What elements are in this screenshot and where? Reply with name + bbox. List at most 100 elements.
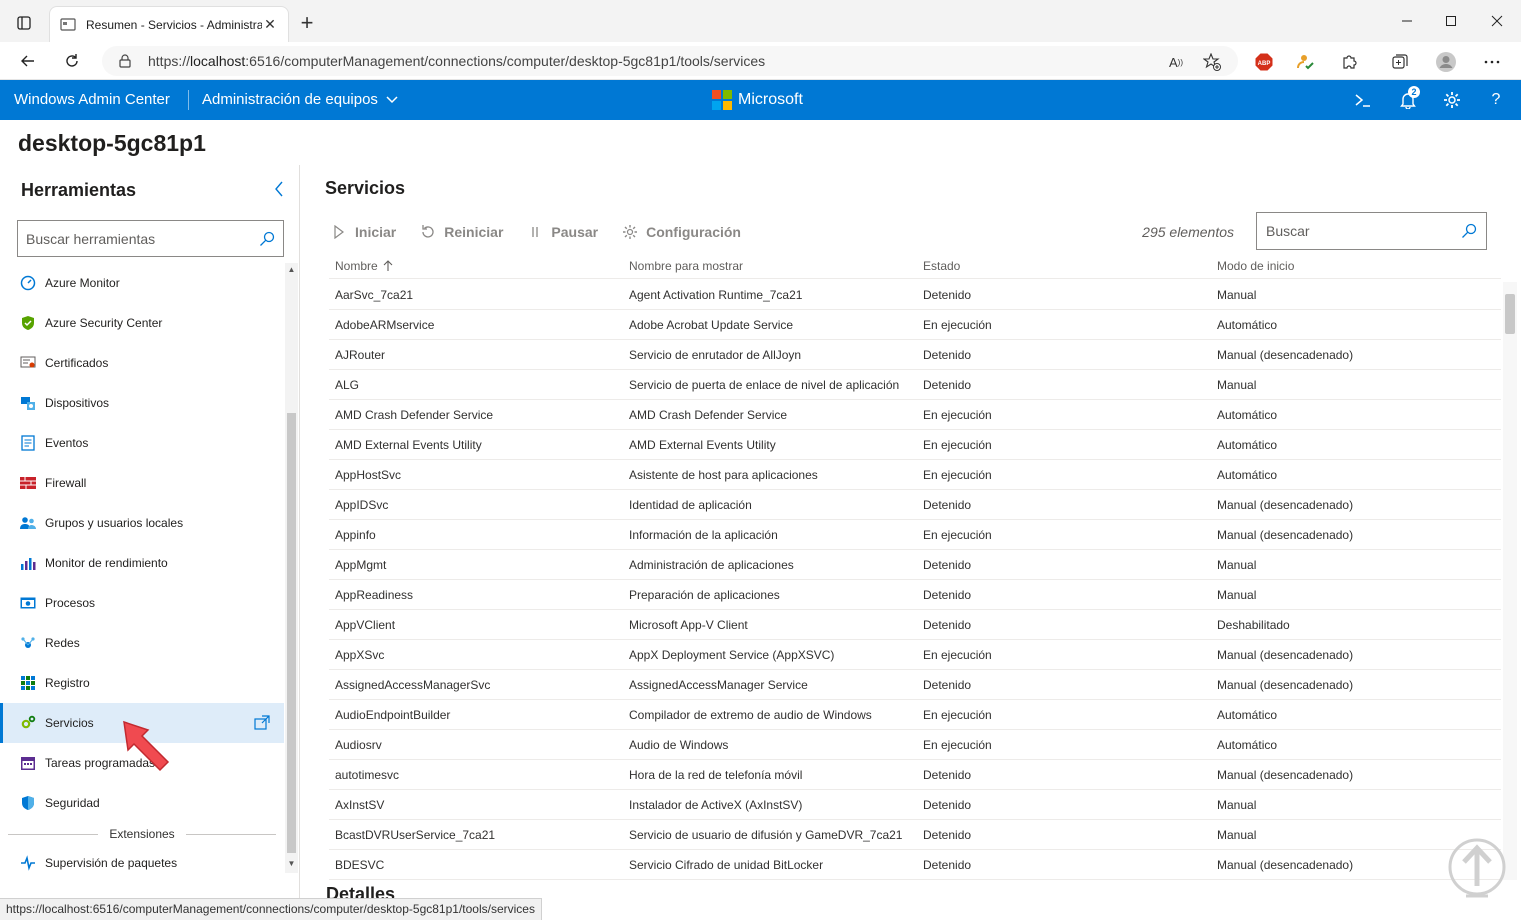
table-row[interactable]: AdobeARMservice Adobe Acrobat Update Serv…: [329, 310, 1501, 340]
maximize-icon[interactable]: [1436, 8, 1466, 34]
open-in-new-window-icon[interactable]: [254, 715, 270, 731]
wac-brand-link[interactable]: Windows Admin Center: [14, 91, 170, 108]
start-button[interactable]: Iniciar: [325, 224, 396, 240]
sidebar-item-procesos[interactable]: Procesos: [0, 583, 284, 623]
cell-status: Detenido: [923, 557, 972, 572]
lock-icon[interactable]: [118, 54, 132, 68]
cell-status: En ejecución: [923, 407, 992, 422]
sidebar-item-azure-security-center[interactable]: Azure Security Center: [0, 303, 284, 343]
restart-button[interactable]: Reiniciar: [420, 224, 503, 240]
table-row[interactable]: AssignedAccessManagerSvc AssignedAccessMa…: [329, 670, 1501, 700]
table-row[interactable]: ALG Servicio de puerta de enlace de nivel…: [329, 370, 1501, 400]
cell-status: Detenido: [923, 347, 972, 362]
search-icon[interactable]: [259, 231, 275, 247]
scroll-up-arrow-icon[interactable]: ▲: [287, 265, 296, 275]
sidebar-item-grupos-usuarios[interactable]: Grupos y usuarios locales: [0, 503, 284, 543]
browser-tab-active[interactable]: Resumen - Servicios - Administra ✕: [49, 6, 289, 42]
cell-status: En ejecución: [923, 647, 992, 662]
refresh-icon[interactable]: [58, 48, 86, 74]
sidebar-item-label: Monitor de rendimiento: [45, 556, 168, 570]
table-row[interactable]: BDESVC Servicio Cifrado de unidad BitLock…: [329, 850, 1501, 880]
collections-icon[interactable]: [1388, 50, 1412, 74]
table-row[interactable]: AMD External Events Utility AMD External …: [329, 430, 1501, 460]
sidebar-item-dispositivos[interactable]: Dispositivos: [0, 383, 284, 423]
table-row[interactable]: AudioEndpointBuilder Compilador de extrem…: [329, 700, 1501, 730]
column-header-name[interactable]: Nombre: [329, 259, 623, 273]
settings-gear-icon[interactable]: [1439, 88, 1465, 112]
table-row[interactable]: AxInstSV Instalador de ActiveX (AxInstSV)…: [329, 790, 1501, 820]
services-scrollbar[interactable]: [1503, 282, 1517, 880]
table-row[interactable]: AMD Crash Defender Service AMD Crash Defe…: [329, 400, 1501, 430]
cell-display-name: AppX Deployment Service (AppXSVC): [629, 647, 835, 662]
sidebar-item-azure-monitor[interactable]: Azure Monitor: [0, 263, 284, 303]
table-row[interactable]: AppVClient Microsoft App-V Client Detenido…: [329, 610, 1501, 640]
tab-close-icon[interactable]: ✕: [262, 16, 278, 33]
services-scroll-thumb[interactable]: [1505, 294, 1515, 334]
table-row[interactable]: AJRouter Servicio de enrutador de AllJoyn…: [329, 340, 1501, 370]
close-window-icon[interactable]: [1482, 8, 1512, 34]
tab-actions-icon[interactable]: [10, 10, 38, 36]
table-row[interactable]: AarSvc_7ca21 Agent Activation Runtime_7ca…: [329, 280, 1501, 310]
sidebar-scrollbar[interactable]: ▲ ▼: [285, 263, 298, 873]
help-icon[interactable]: ?: [1483, 88, 1509, 112]
tools-search-field[interactable]: [17, 220, 284, 257]
settings-button[interactable]: Configuración: [622, 224, 741, 240]
sidebar-item-monitor-rendimiento[interactable]: Monitor de rendimiento: [0, 543, 284, 583]
sidebar-item-eventos[interactable]: Eventos: [0, 423, 284, 463]
back-icon[interactable]: [14, 48, 42, 74]
table-row[interactable]: Audiosrv Audio de Windows En ejecución Auto…: [329, 730, 1501, 760]
registry-icon: [20, 675, 36, 691]
microsoft-squares-icon: [712, 90, 732, 110]
services-search-field[interactable]: [1256, 212, 1487, 250]
cell-startup-type: Automático: [1217, 437, 1278, 452]
cell-status: En ejecución: [923, 737, 992, 752]
azure-monitor-icon: [20, 275, 36, 291]
browser-menu-icon[interactable]: [1480, 50, 1504, 74]
cell-status: Detenido: [923, 857, 972, 872]
sidebar-item-seguridad[interactable]: Seguridad: [0, 783, 284, 823]
sidebar-item-registro[interactable]: Registro: [0, 663, 284, 703]
tools-search-input[interactable]: [26, 230, 259, 247]
powershell-icon[interactable]: [1350, 88, 1376, 112]
read-aloud-icon[interactable]: A)): [1166, 52, 1186, 72]
new-tab-icon[interactable]: +: [296, 10, 318, 35]
table-row[interactable]: AppReadiness Preparación de aplicaciones D…: [329, 580, 1501, 610]
search-icon[interactable]: [1461, 223, 1477, 239]
sidebar-item-certificados[interactable]: Certificados: [0, 343, 284, 383]
sidebar-item-label: Azure Security Center: [45, 316, 163, 330]
table-row[interactable]: AppHostSvc Asistente de host para aplicac…: [329, 460, 1501, 490]
table-row[interactable]: AppXSvc AppX Deployment Service (AppXSVC)…: [329, 640, 1501, 670]
extension-user-check-icon[interactable]: [1294, 50, 1318, 74]
table-row[interactable]: Appinfo Información de la aplicación En ej…: [329, 520, 1501, 550]
column-header-status[interactable]: Estado: [917, 259, 1211, 273]
pause-button[interactable]: Pausar: [527, 224, 598, 240]
table-row[interactable]: BcastDVRUserService_7ca21 Servicio de usu…: [329, 820, 1501, 850]
minimize-icon[interactable]: [1392, 8, 1422, 34]
scroll-down-arrow-icon[interactable]: ▼: [287, 859, 296, 869]
sidebar-item-redes[interactable]: Redes: [0, 623, 284, 663]
services-search-input[interactable]: [1266, 223, 1461, 239]
sidebar-item-firewall[interactable]: Firewall: [0, 463, 284, 503]
collapse-sidebar-icon[interactable]: [270, 179, 288, 199]
table-row[interactable]: AppMgmt Administración de aplicaciones Det…: [329, 550, 1501, 580]
users-icon: [20, 515, 36, 531]
column-header-startup-type[interactable]: Modo de inicio: [1211, 259, 1501, 273]
adblock-plus-icon[interactable]: ABP: [1252, 50, 1276, 74]
profile-avatar-icon[interactable]: [1434, 50, 1458, 74]
favorite-add-icon[interactable]: [1202, 52, 1222, 72]
cell-status: Detenido: [923, 287, 972, 302]
url-field[interactable]: https://localhost:6516/computerManagemen…: [102, 46, 1238, 76]
extensions-puzzle-icon[interactable]: [1338, 50, 1362, 74]
cell-startup-type: Manual (desencadenado): [1217, 677, 1354, 692]
notifications-bell-icon[interactable]: 2: [1395, 86, 1421, 112]
context-label: Administración de equipos: [202, 91, 378, 108]
cell-name: AudioEndpointBuilder: [335, 707, 451, 722]
restart-label: Reiniciar: [444, 224, 504, 240]
table-row[interactable]: AppIDSvc Identidad de aplicación Detenido M…: [329, 490, 1501, 520]
context-switcher[interactable]: Administración de equipos: [202, 91, 398, 108]
sidebar-item-supervision-paquetes[interactable]: Supervisión de paquetes: [0, 845, 284, 881]
sidebar-scroll-thumb[interactable]: [287, 413, 296, 853]
sidebar-item-label: Registro: [45, 676, 90, 690]
column-header-display-name[interactable]: Nombre para mostrar: [623, 259, 917, 273]
table-row[interactable]: autotimesvc Hora de la red de telefonía m…: [329, 760, 1501, 790]
